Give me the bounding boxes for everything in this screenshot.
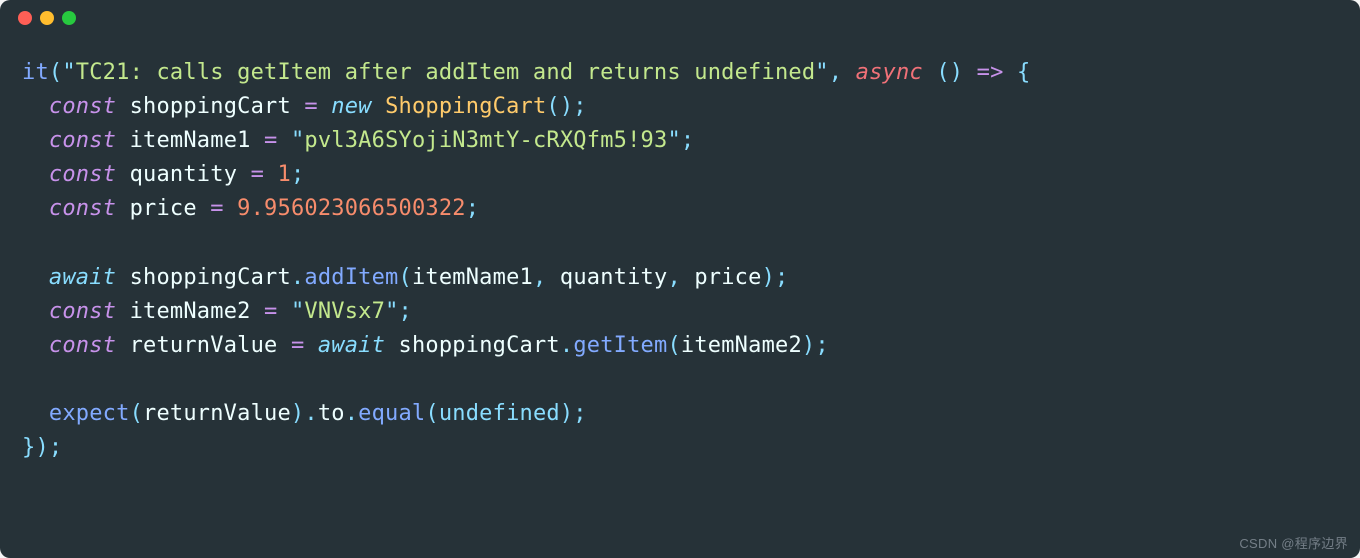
titlebar [0, 0, 1360, 36]
arrow: => [977, 60, 1004, 85]
code-editor-window: it("TC21: calls getItem after addItem an… [0, 0, 1360, 558]
code-block: it("TC21: calls getItem after addItem an… [0, 36, 1360, 465]
watermark: CSDN @程序边界 [1239, 533, 1348, 552]
kw-async: async [856, 60, 923, 85]
fn-it: it [22, 60, 49, 85]
close-icon[interactable] [18, 11, 32, 25]
minimize-icon[interactable] [40, 11, 54, 25]
test-title: TC21: calls getItem after addItem and re… [76, 60, 815, 85]
maximize-icon[interactable] [62, 11, 76, 25]
